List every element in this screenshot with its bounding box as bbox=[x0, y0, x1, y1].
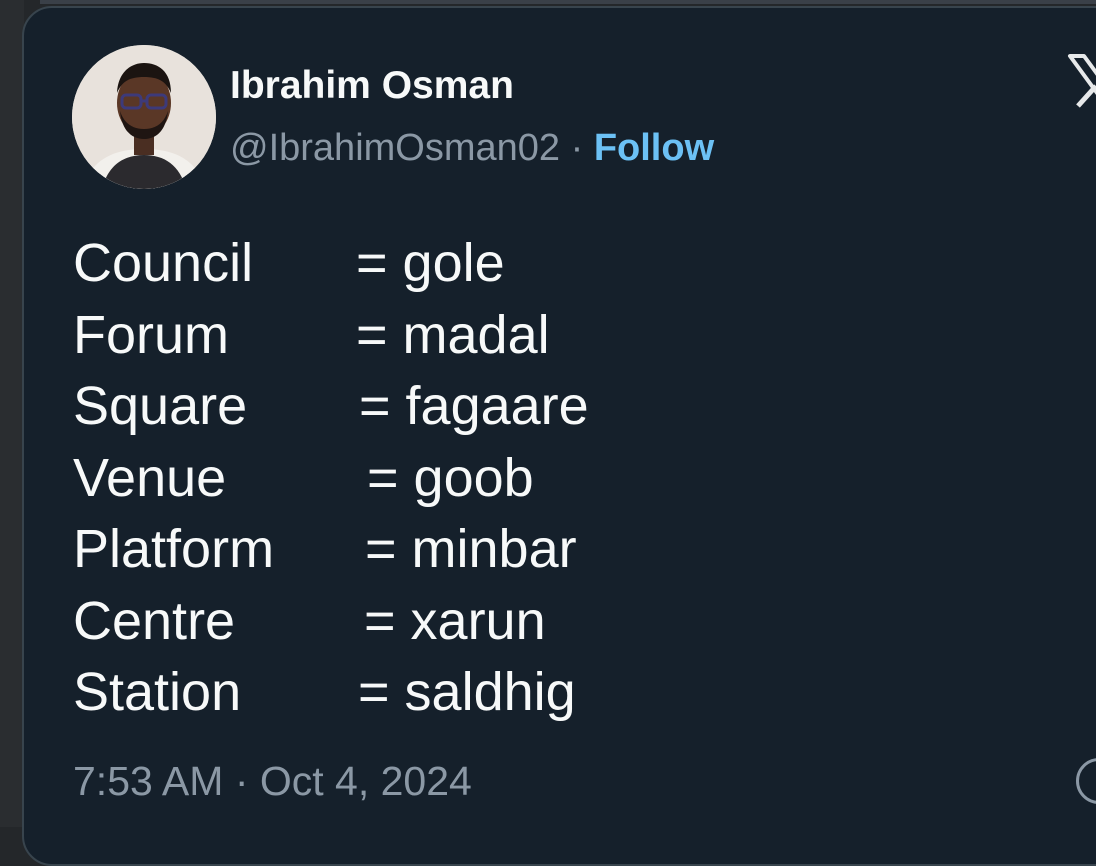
translation: = minbar bbox=[365, 519, 577, 579]
window-edge bbox=[0, 0, 24, 827]
translation: = goob bbox=[367, 447, 534, 508]
translation: = saldhig bbox=[358, 662, 576, 722]
term: Venue bbox=[73, 447, 227, 508]
translation: = fagaare bbox=[359, 376, 589, 436]
follow-button[interactable]: Follow bbox=[594, 127, 714, 169]
term: Platform bbox=[73, 519, 275, 579]
translation: = madal bbox=[356, 304, 550, 365]
window-top-edge bbox=[40, 0, 1096, 4]
term: Council bbox=[73, 233, 254, 293]
term: Centre bbox=[73, 590, 236, 651]
handle-line: @IbrahimOsman02 · Follow bbox=[230, 124, 714, 172]
x-logo-icon-svg bbox=[1068, 54, 1096, 108]
avatar[interactable] bbox=[72, 45, 216, 189]
author-handle[interactable]: @IbrahimOsman02 bbox=[230, 127, 560, 169]
separator-dot: · bbox=[570, 127, 584, 169]
term: Forum bbox=[73, 304, 230, 365]
translation: = gole bbox=[356, 233, 505, 293]
avatar-image bbox=[72, 45, 216, 189]
translation: = xarun bbox=[364, 590, 546, 651]
term: Station bbox=[73, 662, 242, 722]
x-logo-icon[interactable] bbox=[1066, 52, 1096, 112]
author-name[interactable]: Ibrahim Osman bbox=[230, 62, 514, 110]
tweet-timestamp[interactable]: 7:53 AM · Oct 4, 2024 bbox=[73, 755, 472, 807]
term: Square bbox=[73, 376, 248, 436]
